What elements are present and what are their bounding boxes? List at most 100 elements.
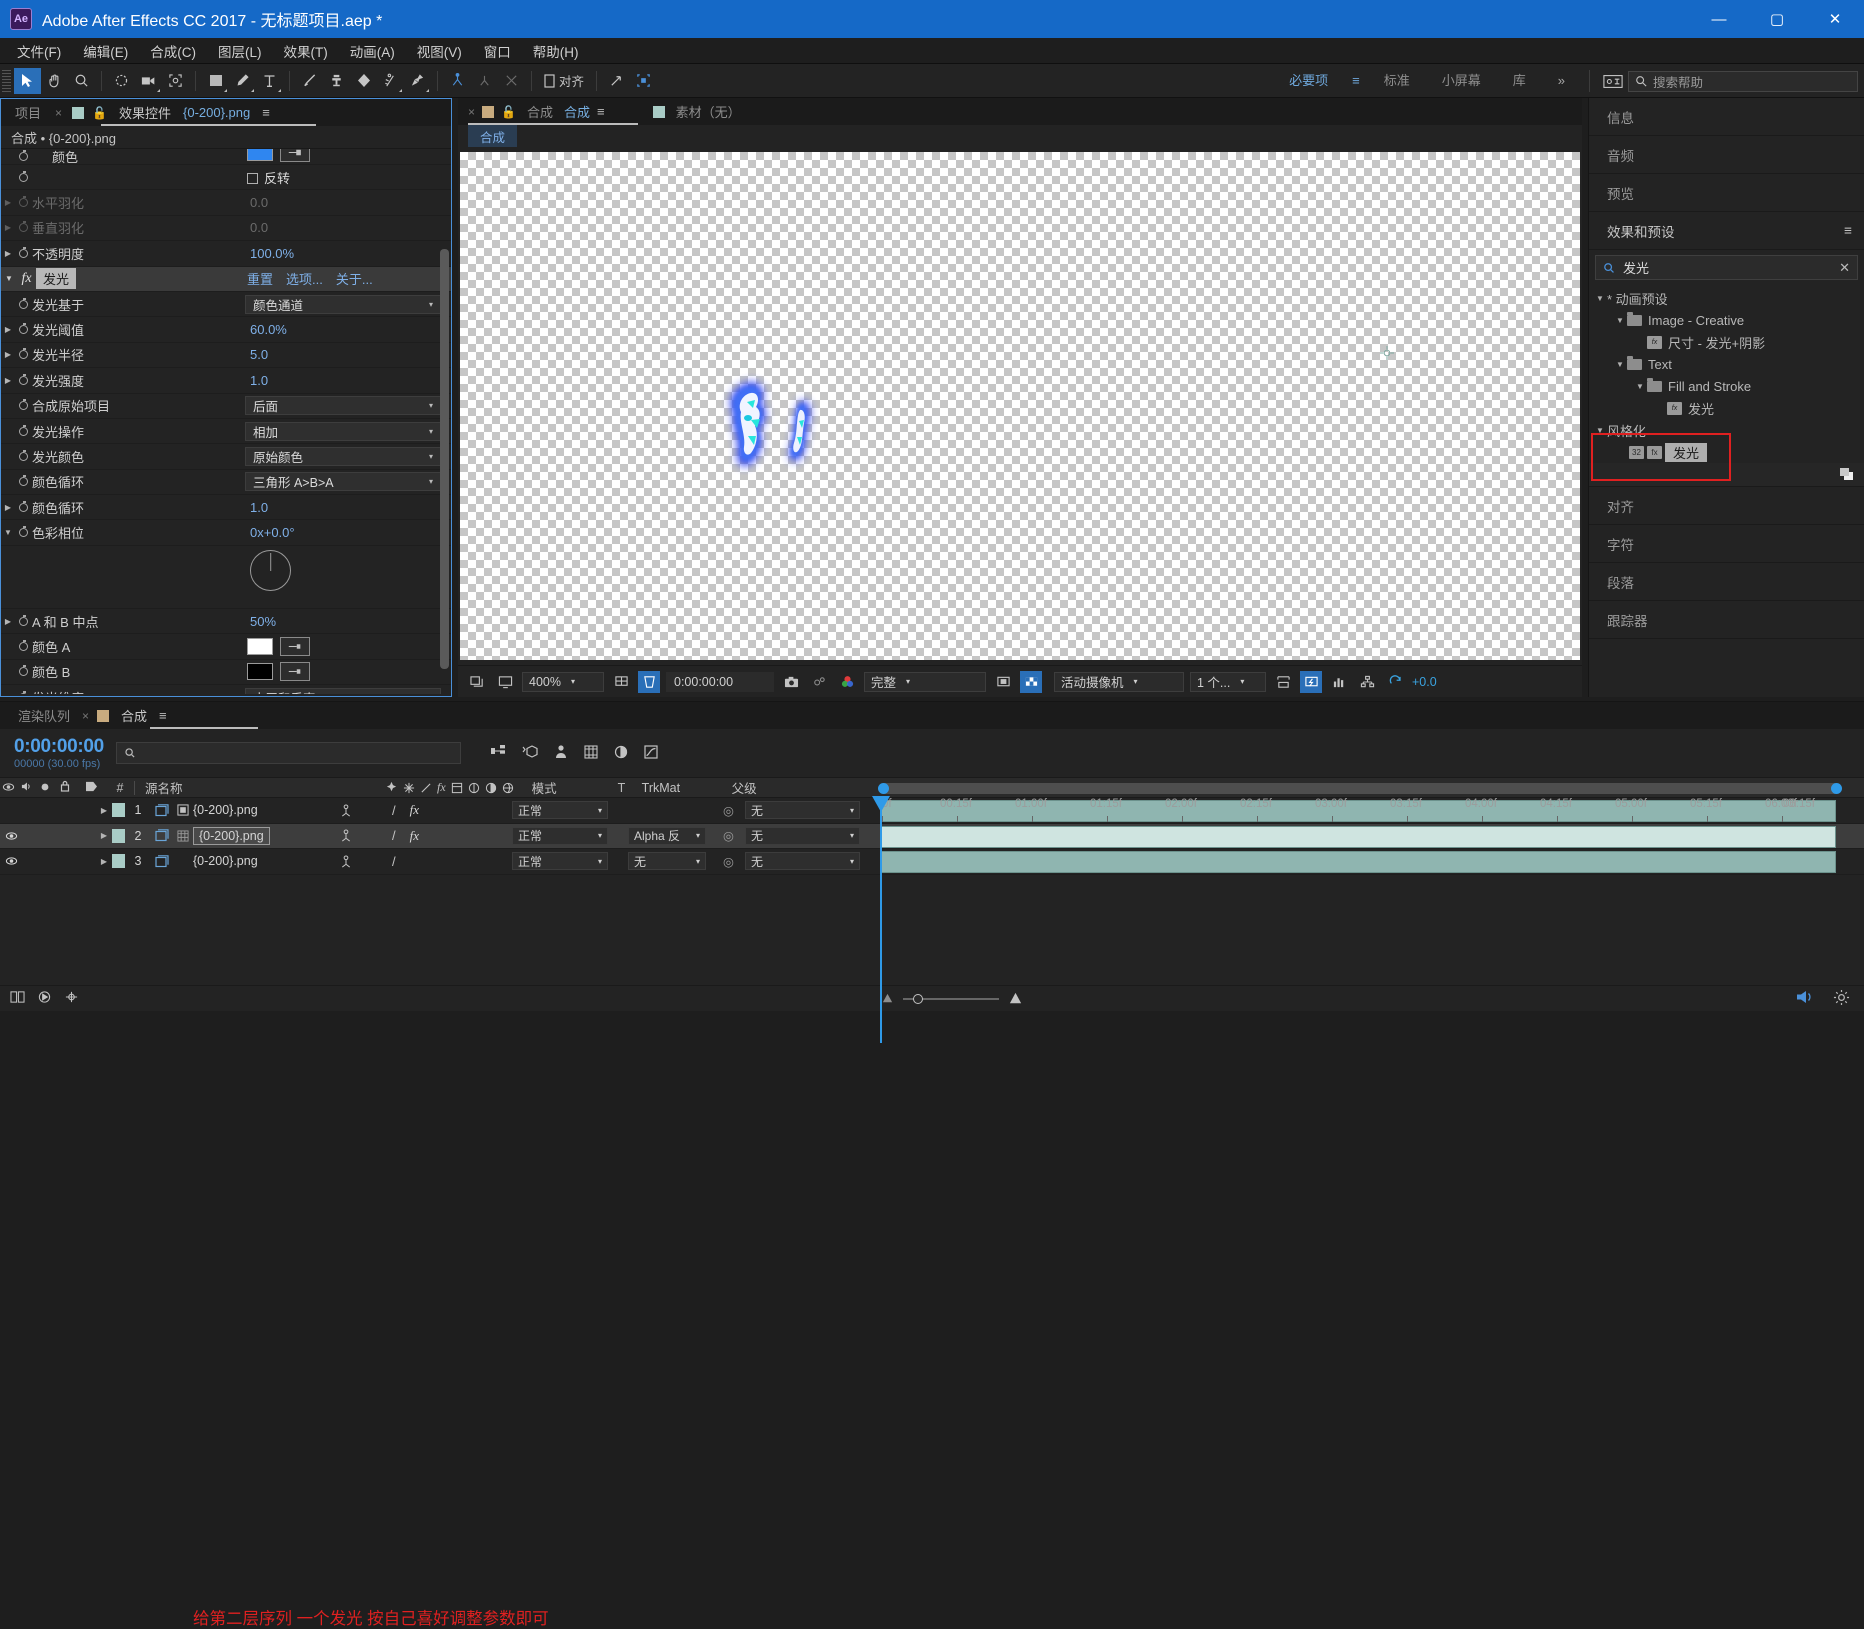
monitor-icon[interactable]: [494, 671, 516, 693]
layer-expand-triangle-icon[interactable]: ▶: [96, 831, 112, 840]
menu-composition[interactable]: 合成(C): [139, 38, 207, 64]
draft-3d-icon[interactable]: [521, 744, 539, 763]
workspace-library[interactable]: 库: [1497, 64, 1542, 98]
timeline-horizontal-scrollbar[interactable]: [878, 783, 1842, 794]
comp-tab-close-icon[interactable]: ×: [468, 105, 475, 119]
show-snapshot-icon[interactable]: [808, 671, 830, 693]
param-dropdown-glow-colors[interactable]: 原始颜色 ▾: [245, 446, 441, 466]
param-dropdown-composite-original[interactable]: 后面 ▾: [245, 396, 441, 416]
menu-layer[interactable]: 图层(L): [207, 38, 273, 64]
expand-triangle-icon[interactable]: ▼: [1613, 316, 1627, 325]
rectangle-shape-tool[interactable]: [202, 68, 229, 94]
workspace-menu-icon[interactable]: ≡: [1344, 64, 1368, 98]
column-header-index[interactable]: #: [106, 781, 134, 795]
zoom-level-dropdown[interactable]: 400% ▾: [522, 671, 604, 692]
channel-rgb-icon[interactable]: [836, 671, 858, 693]
tree-node-image-creative[interactable]: ▼ Image - Creative: [1589, 309, 1864, 331]
comp-mini-flowchart-icon[interactable]: [489, 744, 507, 763]
viewer-timecode[interactable]: 0:00:00:00: [666, 671, 774, 692]
column-header-mode[interactable]: 模式: [532, 778, 618, 797]
pixel-aspect-icon[interactable]: [1272, 671, 1294, 693]
region-of-interest-toggle[interactable]: [638, 670, 660, 693]
timeline-panel-menu-icon[interactable]: ≡: [159, 708, 167, 723]
layer-visibility-toggle[interactable]: [0, 856, 22, 866]
menu-file[interactable]: 文件(F): [6, 38, 72, 64]
param-dropdown-color-looping[interactable]: 三角形 A>B>A ▾: [245, 472, 441, 492]
view-count-dropdown[interactable]: 1 个... ▾: [1190, 671, 1266, 692]
layer-source-name[interactable]: {0-200}.png: [193, 854, 258, 868]
brush-tool[interactable]: [296, 68, 323, 94]
pen-tool[interactable]: [229, 68, 256, 94]
tab-render-queue[interactable]: 渲染队列: [14, 706, 74, 725]
tab-close-icon[interactable]: ×: [53, 106, 64, 120]
parent-pickwhip-icon[interactable]: ◎: [723, 803, 734, 818]
minimize-button[interactable]: —: [1690, 0, 1748, 38]
timeline-zoom-slider[interactable]: [880, 991, 1024, 1006]
tab-composition-label[interactable]: 合成: [523, 102, 557, 121]
color-b-swatch[interactable]: [247, 663, 273, 681]
zoom-tool[interactable]: [68, 68, 95, 94]
expand-triangle-icon[interactable]: ▼: [1593, 294, 1607, 303]
effects-search-input[interactable]: [1623, 260, 1833, 275]
audio-output-icon[interactable]: [1795, 989, 1815, 1009]
effects-search-clear-icon[interactable]: ✕: [1839, 260, 1850, 276]
menu-view[interactable]: 视图(V): [406, 38, 473, 64]
param-value-glow-threshold[interactable]: 60.0%: [250, 322, 287, 337]
layer-trkmat-dropdown[interactable]: 无 ▾: [628, 852, 706, 871]
panel-preview[interactable]: 预览: [1589, 174, 1864, 212]
effect-options-link[interactable]: 选项...: [286, 269, 323, 288]
menu-animation[interactable]: 动画(A): [339, 38, 406, 64]
timeline-current-time[interactable]: 0:00:00:00: [14, 736, 104, 758]
parent-pickwhip-icon[interactable]: ◎: [723, 854, 734, 869]
color-b-eyedropper-icon[interactable]: [280, 662, 310, 682]
layer-expand-triangle-icon[interactable]: ▶: [96, 857, 112, 866]
param-value-glow-radius[interactable]: 5.0: [250, 347, 268, 362]
param-dropdown-glow-operation[interactable]: 相加 ▾: [245, 421, 441, 441]
workspace-standard[interactable]: 标准: [1368, 64, 1426, 98]
layer-duration-bar[interactable]: [880, 825, 1836, 848]
composition-canvas[interactable]: [460, 152, 1580, 660]
toggle-switches-modes-icon[interactable]: [10, 990, 25, 1007]
tab-project[interactable]: 项目: [11, 103, 45, 122]
toolbar-grip[interactable]: [2, 69, 11, 92]
pan-behind-tool[interactable]: [162, 68, 189, 94]
timeline-chart-icon[interactable]: [1328, 671, 1350, 693]
color-a-eyedropper-icon[interactable]: [280, 636, 310, 656]
comp-flowchart-icon[interactable]: [1356, 671, 1378, 693]
column-header-source-name[interactable]: 源名称: [135, 778, 385, 797]
camera-tool[interactable]: [135, 68, 162, 94]
layer-source-name[interactable]: {0-200}.png: [193, 803, 258, 817]
effects-search-field[interactable]: ✕: [1595, 255, 1858, 280]
exposure-reset-icon[interactable]: [1384, 671, 1406, 693]
fast-previews-icon[interactable]: [1300, 670, 1322, 693]
menu-effect[interactable]: 效果(T): [273, 38, 339, 64]
tab-composition-active[interactable]: 合成: [564, 102, 590, 121]
layer-blend-mode-dropdown[interactable]: 正常 ▾: [512, 826, 608, 845]
table-row[interactable]: ▶ 2 {0-200}.png / fx 正常 ▾ Alpha 反 ▾ 无 ▾ ◎: [0, 823, 1864, 850]
timeline-tab-close-icon[interactable]: ×: [82, 709, 89, 723]
param-value-opacity[interactable]: 100.0%: [250, 246, 294, 261]
frame-blending-icon[interactable]: [583, 744, 599, 763]
panel-align[interactable]: 对齐: [1589, 487, 1864, 525]
scrollbar-thumb[interactable]: [440, 249, 449, 669]
layer-duration-bar[interactable]: [880, 851, 1836, 874]
timeline-ruler[interactable]: 0f 00:15f 01:00f 01:15f 02:00f 02:15f 03…: [878, 798, 1842, 822]
param-value-color-phase[interactable]: 0x+0.0°: [250, 525, 295, 540]
effect-reset-link[interactable]: 重置: [247, 269, 273, 288]
effect-about-link[interactable]: 关于...: [336, 269, 373, 288]
layer-label-color[interactable]: [112, 854, 125, 869]
param-value-ab-midpoint[interactable]: 50%: [250, 614, 276, 629]
menu-edit[interactable]: 编辑(E): [72, 38, 139, 64]
always-preview-icon[interactable]: [466, 671, 488, 693]
layer-visibility-toggle[interactable]: [0, 831, 22, 841]
tree-node-fill-and-stroke[interactable]: ▼ Fill and Stroke: [1589, 375, 1864, 397]
layer-label-color[interactable]: [112, 828, 125, 843]
layer-blend-mode-dropdown[interactable]: 正常 ▾: [512, 801, 608, 820]
param-dropdown-glow-based-on[interactable]: 颜色通道 ▾: [245, 294, 441, 314]
hand-tool[interactable]: [41, 68, 68, 94]
effect-panel-scrollbar[interactable]: [440, 149, 449, 694]
roto-brush-tool[interactable]: [377, 68, 404, 94]
panel-character[interactable]: 字符: [1589, 525, 1864, 563]
invert-checkbox[interactable]: [247, 172, 258, 184]
param-value-glow-intensity[interactable]: 1.0: [250, 373, 268, 388]
